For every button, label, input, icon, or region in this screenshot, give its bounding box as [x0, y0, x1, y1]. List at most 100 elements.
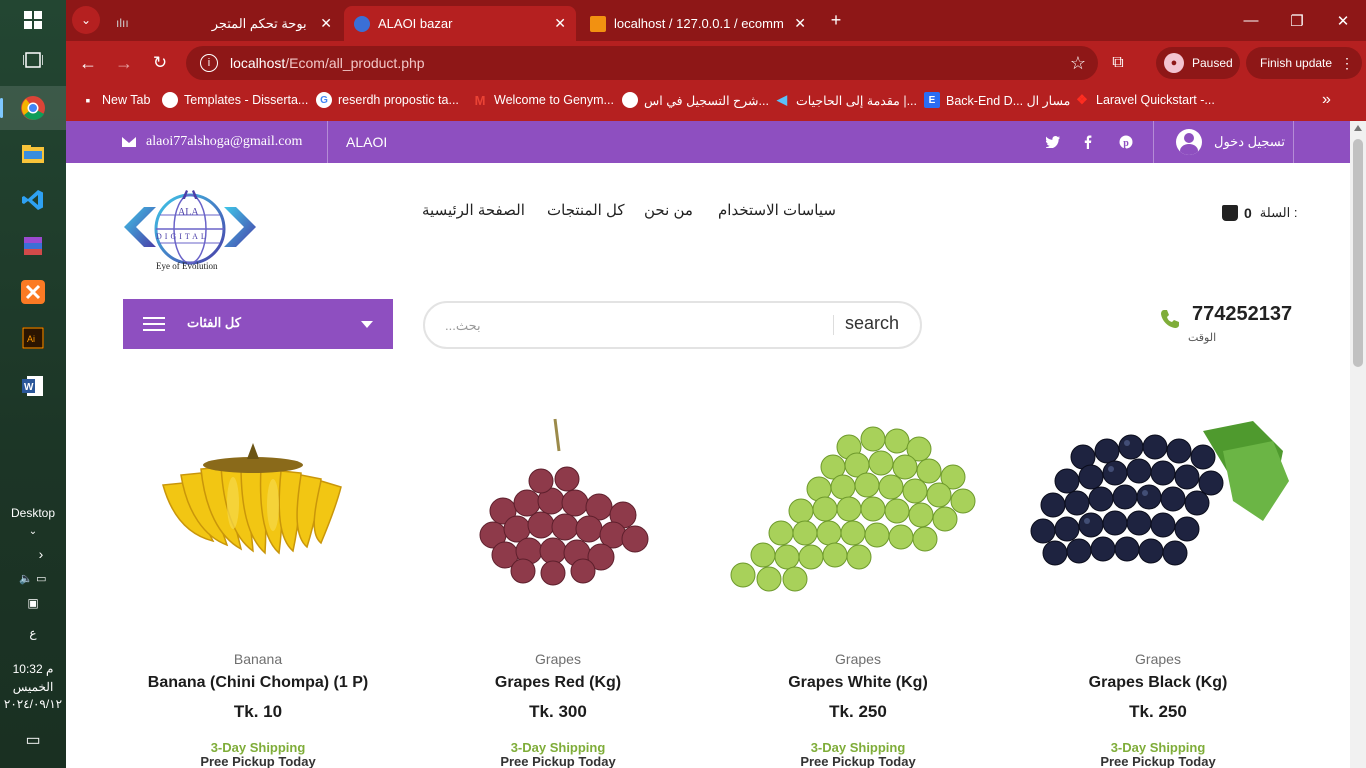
flutter-icon: ◀ [777, 92, 787, 107]
product-card[interactable]: Grapes Grapes Red (Kg) Tk. 300 3-Day Shi… [423, 411, 693, 768]
shipping-info: 3-Day Shipping [810, 740, 906, 755]
product-category: Grapes [835, 651, 881, 667]
cart-label: السلة : [1259, 205, 1298, 220]
shipping-info: 3-Day Shipping [210, 740, 306, 755]
pickup-info: Pree Pickup Today [500, 754, 616, 768]
nav-home[interactable]: الصفحة الرئيسية [422, 201, 525, 223]
bookmark-star-icon[interactable]: ☆ [1070, 53, 1086, 74]
site-logo[interactable]: ALA DIGITAL Eye of Evolution [122, 187, 258, 273]
close-window-icon[interactable]: ✕ [1320, 0, 1366, 41]
product-card[interactable]: Banana Banana (Chini Chompa) (1 P) Tk. 1… [123, 411, 393, 768]
clock-date[interactable]: ٢٠٢٤/٠٩/١٢ [0, 697, 66, 711]
back-icon[interactable]: ← [74, 49, 102, 77]
product-name[interactable]: Banana (Chini Chompa) (1 P) [123, 674, 393, 692]
tab-alaoi-bazar[interactable]: ALAOI bazar ✕ [344, 6, 576, 41]
product-category: Banana [233, 651, 283, 667]
logo-text-mid: DIGITAL [156, 232, 209, 241]
envelope-icon [122, 137, 136, 147]
contact-email[interactable]: alaoi77alshoga@gmail.com [122, 121, 302, 163]
product-name[interactable]: Grapes White (Kg) [723, 674, 993, 692]
tab-title: بوحة تحكم المتجر [211, 15, 307, 31]
minimize-icon[interactable]: — [1228, 0, 1274, 41]
clock-day[interactable]: الخميس [0, 680, 66, 694]
forward-icon[interactable]: → [110, 49, 138, 77]
nav-about[interactable]: من نحن [644, 201, 693, 223]
bookmark-genymotion[interactable]: M Welcome to Genym... [472, 85, 614, 115]
page-scrollbar[interactable] [1350, 121, 1366, 768]
illustrator-icon[interactable]: Ai [17, 322, 49, 354]
notification-icon[interactable]: ▭ [0, 730, 66, 750]
search-button[interactable]: search [845, 313, 899, 334]
vscode-icon[interactable] [17, 184, 49, 216]
browser-tab-strip: ⌄ ılıı بوحة تحكم المتجر ✕ ALAOI bazar ✕ … [66, 0, 1366, 41]
tab-search-icon[interactable]: ⌄ [72, 6, 100, 34]
bookmark-arabic-2[interactable]: ◀ مقدمة إلى الحاجيات |... [774, 85, 917, 115]
bookmark-arabic-1[interactable]: شرح التسجيل في اس... [622, 85, 769, 115]
bookmark-new-tab[interactable]: ▪ New Tab [80, 85, 151, 115]
profile-paused-button[interactable]: ● Paused [1156, 47, 1240, 79]
kebab-menu-icon[interactable]: ⋮ [1340, 55, 1354, 72]
input-language[interactable]: ع [0, 626, 66, 640]
finish-update-button[interactable]: Finish update ⋮ [1246, 47, 1362, 79]
product-name[interactable]: Grapes Red (Kg) [423, 674, 693, 692]
site-info-icon[interactable]: i [200, 54, 218, 72]
bookmark-backend[interactable]: E Back-End D... مسار ال [924, 85, 1070, 115]
bookmark-reserdh[interactable]: Greserdh propostic ta... [316, 85, 459, 115]
black-grapes-image[interactable] [1023, 411, 1293, 611]
network-icon[interactable]: ▣ [0, 596, 66, 610]
scroll-up-icon[interactable] [1354, 125, 1362, 131]
pickup-info: Pree Pickup Today [1100, 754, 1216, 768]
product-price: Tk. 300 [529, 702, 587, 721]
bookmark-laravel[interactable]: ❖ Laravel Quickstart -... [1074, 85, 1215, 115]
product-card[interactable]: Grapes Grapes White (Kg) Tk. 250 3-Day S… [723, 411, 993, 768]
nav-terms[interactable]: سياسات الاستخدام [718, 201, 836, 223]
windows-start-icon[interactable] [17, 4, 49, 36]
categories-label: كل الفئات [187, 315, 241, 330]
search-input[interactable] [445, 313, 825, 337]
task-view-icon[interactable] [17, 44, 49, 76]
cart-link[interactable]: 0 السلة : [1222, 201, 1297, 225]
restore-icon[interactable]: ❐ [1274, 0, 1320, 41]
all-categories-button[interactable]: كل الفئات [123, 299, 393, 349]
close-icon[interactable]: ✕ [554, 15, 566, 32]
chrome-icon[interactable] [17, 92, 49, 124]
facebook-icon[interactable] [1084, 121, 1092, 163]
red-grapes-image[interactable] [423, 411, 693, 611]
chevron-right-icon[interactable]: › [8, 546, 74, 562]
tab-phpmyadmin[interactable]: localhost / 127.0.0.1 / ecommer ✕ [580, 6, 816, 41]
svg-text:Ai: Ai [27, 334, 35, 344]
divider [1293, 121, 1294, 163]
bookmark-templates[interactable]: Templates - Disserta... [162, 85, 308, 115]
close-icon[interactable]: ✕ [794, 15, 806, 32]
extensions-icon[interactable]: ⧉ [1104, 49, 1132, 77]
nav-all-products[interactable]: كل المنتجات [547, 201, 625, 223]
product-card[interactable]: Grapes Grapes Black (Kg) Tk. 250 3-Day S… [1023, 411, 1293, 768]
winrar-icon[interactable] [17, 230, 49, 262]
login-link[interactable]: تسجيل دخول [1176, 121, 1285, 163]
phone-number: 774252137 [1192, 303, 1293, 325]
desktop-label[interactable]: Desktop [0, 506, 66, 520]
white-grapes-image[interactable] [723, 411, 993, 611]
reload-icon[interactable]: ↻ [146, 49, 174, 77]
clock-time[interactable]: 10:32 م [0, 662, 66, 676]
banana-image[interactable] [123, 411, 393, 611]
file-explorer-icon[interactable] [17, 138, 49, 170]
new-tab-icon[interactable]: + [822, 6, 850, 34]
pinterest-icon[interactable]: p [1119, 121, 1133, 163]
divider [327, 121, 328, 163]
more-bookmarks-icon[interactable]: » [1322, 85, 1331, 115]
twitter-icon[interactable] [1046, 121, 1060, 163]
product-name[interactable]: Grapes Black (Kg) [1023, 674, 1293, 692]
volume-battery-icon[interactable]: 🔈 ▭ [0, 572, 66, 585]
update-label: Finish update [1260, 56, 1333, 70]
scrollbar-thumb[interactable] [1353, 139, 1363, 367]
close-icon[interactable]: ✕ [320, 15, 332, 32]
phone-icon [1160, 309, 1180, 329]
divider [833, 315, 834, 335]
xampp-icon[interactable] [17, 276, 49, 308]
address-bar[interactable]: i localhost/Ecom/all_product.php ☆ [186, 46, 1098, 80]
chevron-down-icon[interactable]: ⌄ [0, 526, 66, 537]
active-app-indicator [0, 98, 3, 118]
tab-store-dashboard[interactable]: ılıı بوحة تحكم المتجر ✕ [106, 6, 342, 41]
word-icon[interactable]: W [17, 370, 49, 402]
